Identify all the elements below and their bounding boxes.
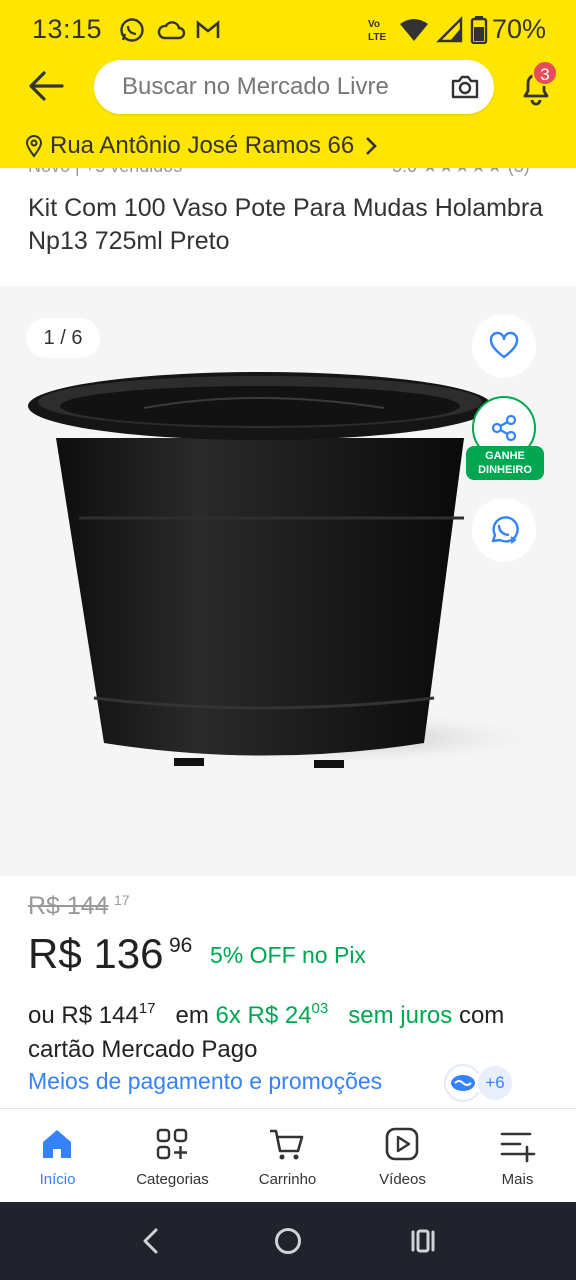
pix-discount: 5% OFF no Pix [210,942,366,968]
search-input[interactable]: Buscar no Mercado Livre [94,60,494,114]
bottom-navigation: Início Categorias Carrinho Vídeos Mais [0,1108,576,1202]
signal-icon [436,16,463,43]
product-rating[interactable]: 5.0 ★★★★★ (3) [392,168,530,177]
original-price: R$ 144 [28,892,109,920]
system-back-icon[interactable] [134,1224,168,1258]
svg-text:LTE: LTE [368,32,386,43]
gmail-icon [196,20,220,38]
search-placeholder: Buscar no Mercado Livre [122,73,389,100]
installment-count-cents: 03 [311,1000,329,1017]
address-text: Rua Antônio José Ramos 66 [50,132,355,159]
address-bar[interactable]: Rua Antônio José Ramos 66 [24,130,378,162]
original-price-cents: 17 [114,892,130,908]
search-row: Buscar no Mercado Livre 3 [0,58,576,118]
nav-label-categorias: Categorias [136,1171,209,1188]
cart-icon [270,1129,304,1160]
earn-label-line2: DINHEIRO [478,464,532,476]
categories-icon [156,1128,188,1160]
heart-icon [489,331,519,359]
cloud-icon [157,21,186,40]
image-counter: 1 / 6 [26,318,100,358]
installment-em: em [175,1002,209,1029]
top-header: 13:15 Vo LTE 70% Buscar no Mercado Livre… [0,0,576,168]
product-condition-sold: Novo | +5 vendidos [28,168,182,177]
sem-juros: sem juros [348,1002,453,1029]
product-title-area: Novo | +5 vendidos 5.0 ★★★★★ (3) Kit Com… [0,168,576,286]
nav-label-inicio: Início [39,1171,76,1188]
current-price-cents: 96 [169,934,193,957]
location-pin-icon [25,135,43,158]
product-gallery[interactable]: 1 / 6 GANHE DINHEIRO [0,286,576,876]
nav-item-carrinho[interactable]: Carrinho [230,1109,345,1203]
earn-label-line1: GANHE [485,450,525,462]
back-button[interactable] [24,64,68,108]
whatsapp-share-button[interactable] [472,498,536,562]
arrow-left-icon [29,71,64,101]
product-title: Kit Com 100 Vaso Pote Para Mudas Holambr… [28,194,544,255]
current-price: R$ 136 [28,930,164,977]
installments-info: ou R$ 14417 em 6x R$ 2403 sem juros com … [28,992,558,1067]
nav-item-categorias[interactable]: Categorias [115,1109,230,1203]
system-home-icon[interactable] [271,1224,305,1258]
system-navigation-bar [0,1202,576,1280]
notification-badge: 3 [532,60,558,86]
battery-icon [470,16,488,44]
favorite-button[interactable] [472,314,536,378]
volte-icon: Vo LTE [368,19,386,43]
installment-total-cents: 17 [138,1000,156,1017]
installment-total: ou R$ 144 [28,1002,139,1029]
nav-item-videos[interactable]: Vídeos [345,1109,460,1203]
payment-methods-link[interactable]: Meios de pagamento e promoções [28,1068,382,1095]
video-icon [385,1127,419,1161]
nav-label-carrinho: Carrinho [258,1171,317,1188]
nav-label-mais: Mais [501,1171,534,1188]
whatsapp-notification-icon [120,18,144,42]
nav-label-videos: Vídeos [379,1171,426,1188]
whatsapp-icon [491,516,519,544]
nav-item-mais[interactable]: Mais [460,1109,575,1203]
status-bar: 13:15 Vo LTE 70% [0,0,576,58]
nav-item-inicio[interactable]: Início [0,1109,115,1203]
payment-icons[interactable]: +6 [444,1064,520,1104]
battery-percent: 70% [492,14,547,44]
home-icon [43,1130,71,1158]
svg-text:Vo: Vo [368,19,380,30]
earn-money-label[interactable]: GANHE DINHEIRO [466,446,544,480]
installment-count: 6x R$ 24 [215,1002,312,1029]
more-payment-count: +6 [476,1064,514,1102]
share-icon [491,414,517,442]
camera-icon[interactable] [448,70,482,104]
chevron-right-icon [366,137,378,155]
menu-plus-icon [500,1132,536,1163]
system-recents-icon[interactable] [406,1224,440,1258]
price-section: R$ 144 17 R$ 136 96 5% OFF no Pix ou R$ … [0,876,576,1108]
wifi-icon [400,19,428,41]
status-time: 13:15 [32,14,103,44]
